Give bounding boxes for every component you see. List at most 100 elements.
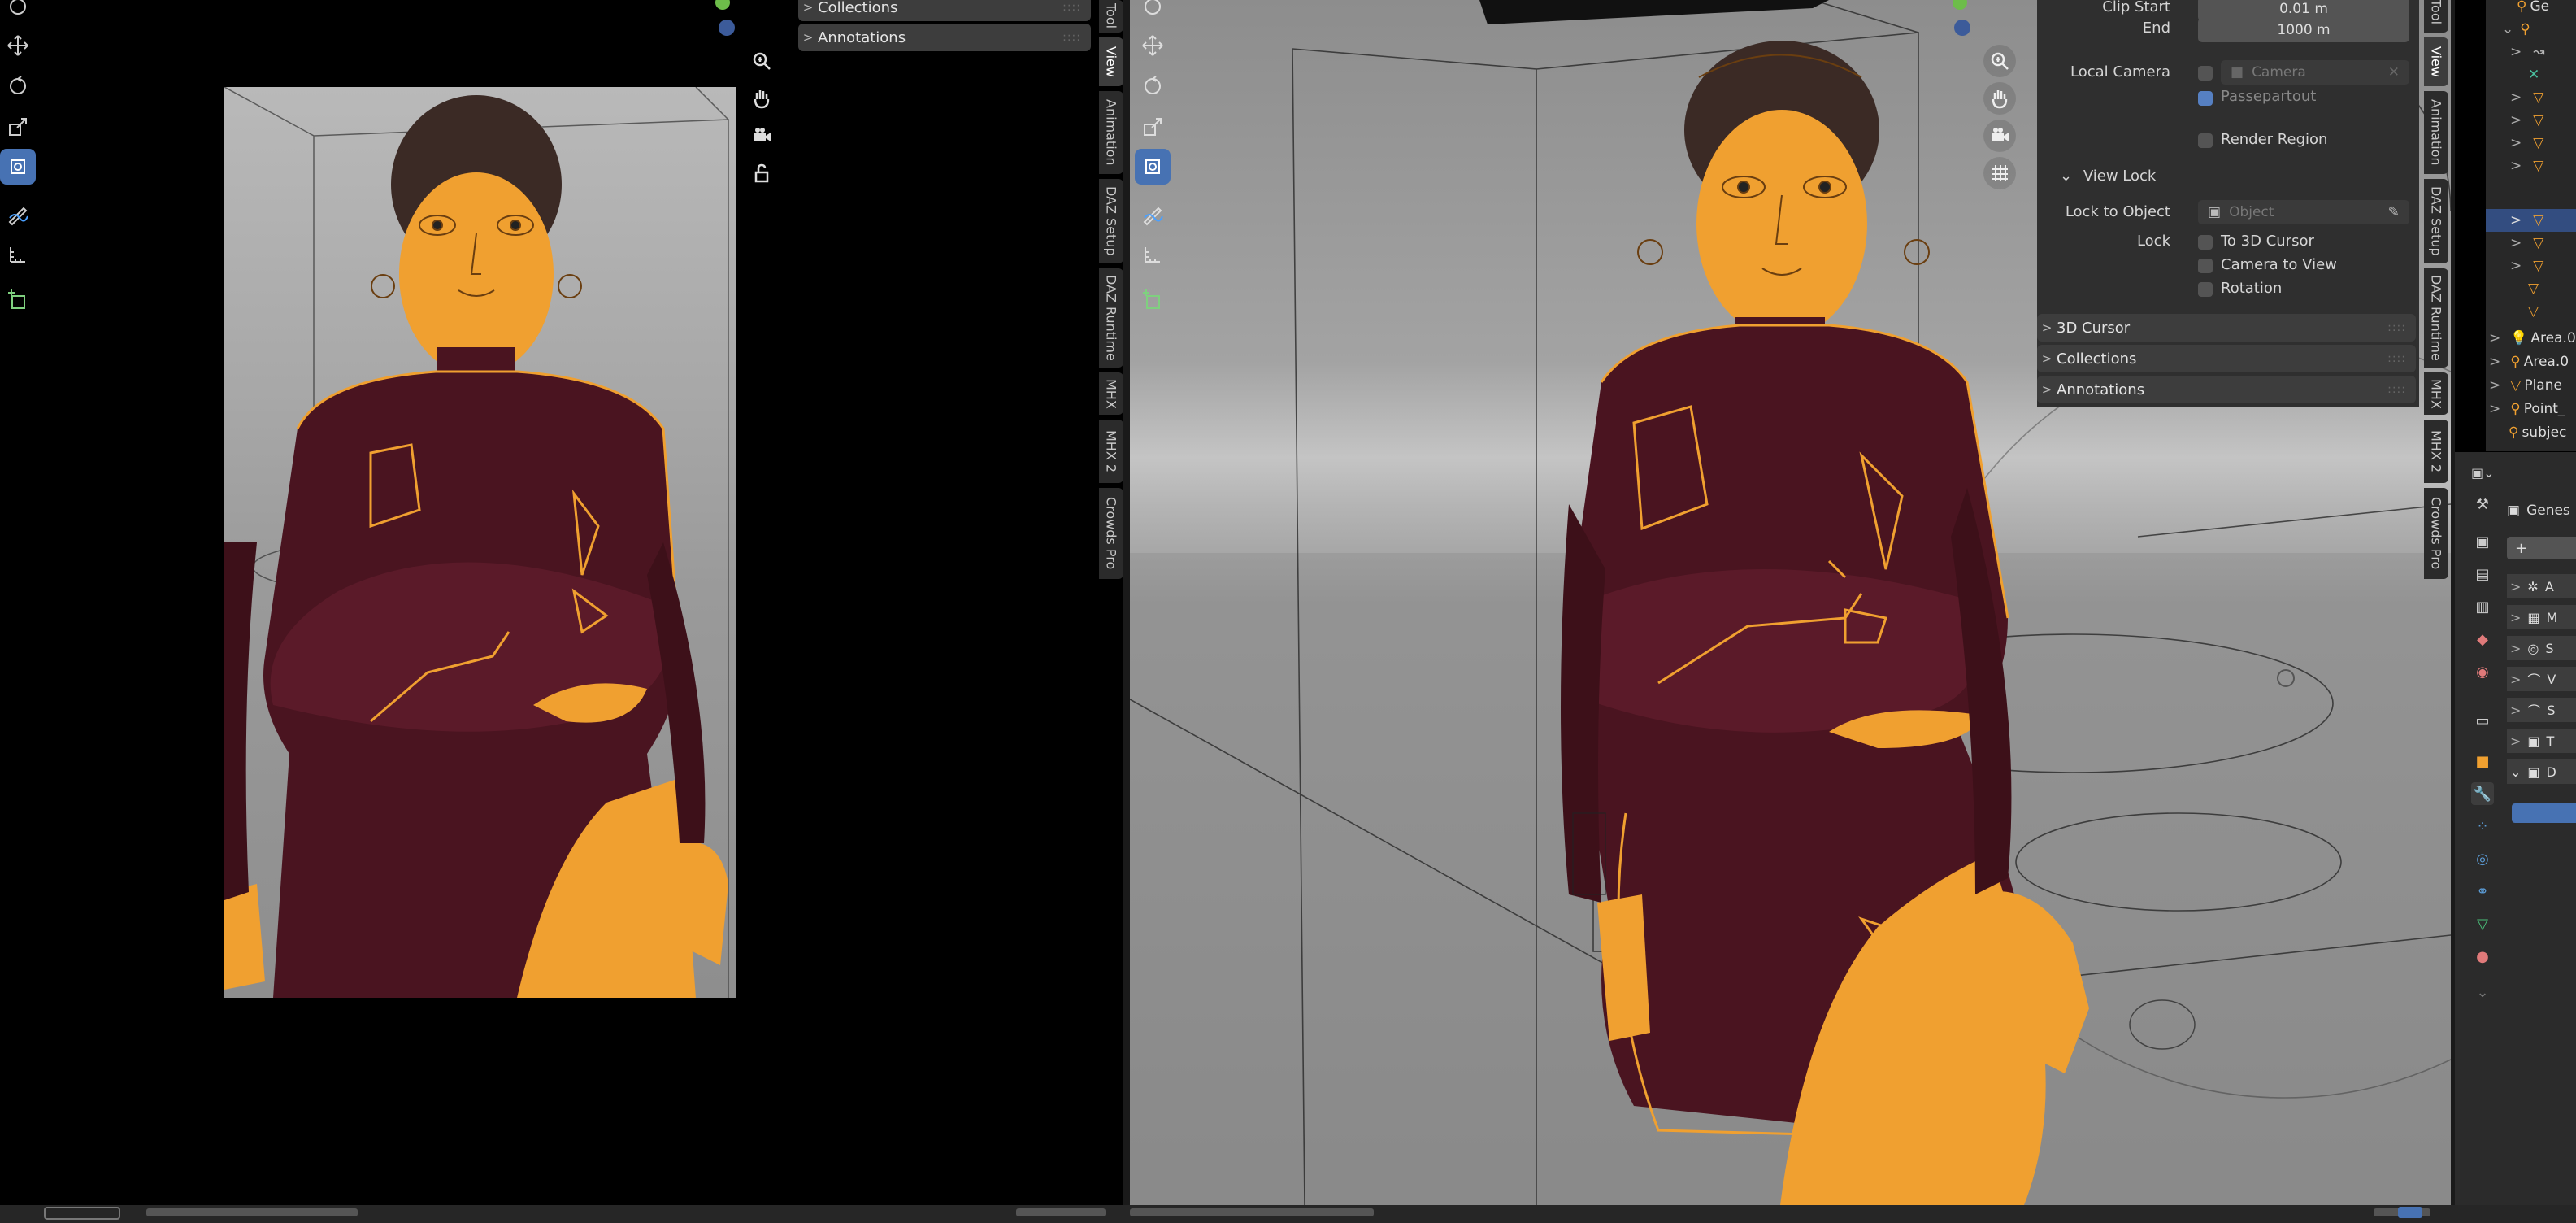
area-divider[interactable]	[1123, 0, 1130, 1205]
3d-cursor-panel-header[interactable]: > 3D Cursor ::::	[2037, 314, 2416, 342]
tab-crowds-pro-left[interactable]: Crowds Pro	[1099, 488, 1123, 579]
tab-mhx2-left[interactable]: MHX 2	[1099, 420, 1123, 483]
tab-view-right[interactable]: View	[2424, 37, 2448, 86]
cursor-tool[interactable]	[0, 0, 36, 24]
outliner-row[interactable]: ▽	[2486, 277, 2576, 300]
outliner-row[interactable]: > ⚲ Point_	[2486, 398, 2576, 420]
annotate-tool[interactable]	[0, 196, 36, 232]
collections-panel-header-right[interactable]: > Collections ::::	[2037, 345, 2416, 372]
editor-type-dropdown[interactable]: ▣⌄	[2471, 465, 2504, 485]
world-properties-tab[interactable]: ◉	[2471, 660, 2494, 683]
modifier-row[interactable]: > ▦ M	[2507, 605, 2576, 629]
outliner-row[interactable]: > ⚲ Area.0	[2486, 350, 2576, 373]
particles-properties-tab[interactable]: ⁘	[2471, 815, 2494, 838]
tab-view-left[interactable]: View	[1099, 37, 1123, 86]
gizmo-axis-blue[interactable]	[719, 20, 735, 36]
annotate-tool-main[interactable]	[1135, 196, 1171, 232]
annotations-panel-header[interactable]: > Annotations ::::	[798, 24, 1091, 51]
outliner-row[interactable]: > ↝	[2486, 41, 2576, 63]
eyedropper-icon[interactable]: ✎	[2388, 204, 2400, 220]
grip-icon[interactable]: ::::	[2387, 383, 2406, 396]
collections-panel-header[interactable]: > Collections ::::	[798, 0, 1091, 21]
properties-editor[interactable]: ▣⌄ ⚒ ▣ ▤ ▥ ◆ ◉ ▭ ■ 🔧 ⁘ ◎ ⚭ ▽ ● ⌄ ▣ Genes…	[2455, 452, 2576, 1205]
move-tool-main[interactable]	[1135, 28, 1171, 63]
modifier-row[interactable]: > ⌒ S	[2507, 698, 2576, 722]
scale-tool[interactable]	[0, 109, 36, 145]
zoom-button-main[interactable]	[1983, 45, 2016, 77]
to-3d-cursor-checkbox[interactable]	[2198, 235, 2213, 250]
cursor-tool-main[interactable]	[1135, 0, 1171, 24]
camera-viewport[interactable]: > Collections :::: > Annotations :::: To…	[0, 0, 1123, 1205]
move-tool[interactable]	[0, 28, 36, 63]
camera-view-button[interactable]	[745, 120, 778, 152]
lock-camera-button[interactable]	[745, 157, 778, 189]
grip-icon[interactable]: ::::	[1062, 31, 1081, 44]
rotate-tool[interactable]	[0, 68, 36, 104]
render-properties-tab[interactable]: ▣	[2471, 530, 2494, 553]
rotation-checkbox[interactable]	[2198, 282, 2213, 297]
tab-animation-left[interactable]: Animation	[1099, 91, 1123, 174]
zoom-button[interactable]	[745, 45, 778, 77]
physics-properties-tab[interactable]: ◎	[2471, 847, 2494, 870]
camera-field[interactable]: ■ Camera ✕	[2221, 60, 2409, 85]
tab-daz-setup-right[interactable]: DAZ Setup	[2424, 179, 2448, 263]
pan-button[interactable]	[745, 82, 778, 115]
output-properties-tab[interactable]: ▤	[2471, 563, 2494, 585]
collection-properties-tab[interactable]: ▭	[2471, 709, 2494, 732]
data-properties-tab[interactable]: ▽	[2471, 912, 2494, 935]
transform-tool[interactable]	[0, 149, 36, 185]
gizmo-axis-green[interactable]	[715, 0, 730, 10]
constraints-properties-tab[interactable]: ⚭	[2471, 880, 2494, 903]
material-properties-tab[interactable]: ●	[2471, 945, 2494, 968]
tab-mhx2-right[interactable]: MHX 2	[2424, 420, 2448, 483]
outliner-row[interactable]: > ▽	[2486, 86, 2576, 109]
measure-tool[interactable]	[0, 237, 36, 272]
grip-icon[interactable]: ::::	[2387, 321, 2406, 334]
render-region-checkbox[interactable]	[2198, 133, 2213, 148]
add-cube-tool-main[interactable]	[1135, 282, 1171, 318]
grip-icon[interactable]: ::::	[2387, 352, 2406, 365]
tab-animation-right[interactable]: Animation	[2424, 91, 2448, 174]
outliner-panel[interactable]: ⚲ Ge ⌄ ⚲ > ↝ ✕ > ▽ > ▽ > ▽ > ▽ > ▽ > ▽ > ▽ ▽ ▽ > 💡 A…	[2486, 0, 2576, 451]
annotations-panel-header-right[interactable]: > Annotations ::::	[2037, 376, 2416, 403]
camera-to-view-checkbox[interactable]	[2198, 259, 2213, 273]
outliner-row[interactable]: > ▽ Plane	[2486, 374, 2576, 397]
outliner-row[interactable]: > ▽	[2486, 255, 2576, 277]
tab-daz-setup-left[interactable]: DAZ Setup	[1099, 179, 1123, 263]
modifier-row[interactable]: > ⌒ V	[2507, 667, 2576, 691]
modifier-row[interactable]: ⌄ ▣ D	[2507, 759, 2576, 784]
grip-icon[interactable]: ::::	[1062, 1, 1081, 14]
scale-tool-main[interactable]	[1135, 109, 1171, 145]
view-layer-properties-tab[interactable]: ▥	[2471, 595, 2494, 618]
local-camera-checkbox[interactable]	[2198, 66, 2213, 81]
view-lock-subpanel-header[interactable]: ⌄ View Lock	[2060, 168, 2156, 185]
tool-properties-tab[interactable]: ⚒	[2471, 493, 2494, 516]
lock-object-field[interactable]: ▣ Object ✎	[2198, 200, 2409, 224]
outliner-row[interactable]: ⚲ subjec	[2486, 421, 2576, 444]
object-name-row[interactable]: ▣ Genes	[2507, 499, 2576, 522]
gizmo-axis-blue[interactable]	[1954, 20, 1970, 36]
passepartout-checkbox[interactable]	[2198, 91, 2213, 106]
tab-mhx-left[interactable]: MHX	[1099, 372, 1123, 415]
modifier-properties-tab[interactable]: 🔧	[2471, 782, 2494, 805]
add-modifier-button[interactable]: +	[2507, 537, 2576, 559]
modifier-row[interactable]: > ▣ T	[2507, 729, 2576, 753]
tab-mhx-right[interactable]: MHX	[2424, 372, 2448, 415]
measure-tool-main[interactable]	[1135, 237, 1171, 272]
tab-daz-runtime-left[interactable]: DAZ Runtime	[1099, 268, 1123, 368]
rotate-tool-main[interactable]	[1135, 68, 1171, 104]
scene-properties-tab[interactable]: ◆	[2471, 628, 2494, 651]
modifier-row[interactable]: > ◎ S	[2507, 636, 2576, 660]
outliner-row-selected[interactable]: > ▽	[2486, 209, 2576, 232]
end-field[interactable]: 1000 m	[2198, 18, 2409, 42]
transform-tool-main[interactable]	[1135, 149, 1171, 185]
more-tabs-chevron[interactable]: ⌄	[2471, 981, 2494, 1003]
outliner-row[interactable]: ⌄ ⚲	[2486, 18, 2576, 41]
outliner-row[interactable]: ▽	[2486, 300, 2576, 323]
outliner-row[interactable]: ⚲ Ge	[2486, 0, 2576, 18]
outliner-row[interactable]: ✕	[2486, 63, 2576, 86]
ortho-toggle-button-main[interactable]	[1983, 157, 2016, 189]
object-properties-tab[interactable]: ■	[2471, 750, 2494, 773]
outliner-row[interactable]: > ▽	[2486, 109, 2576, 132]
tab-tool-left[interactable]: Tool	[1099, 0, 1123, 33]
